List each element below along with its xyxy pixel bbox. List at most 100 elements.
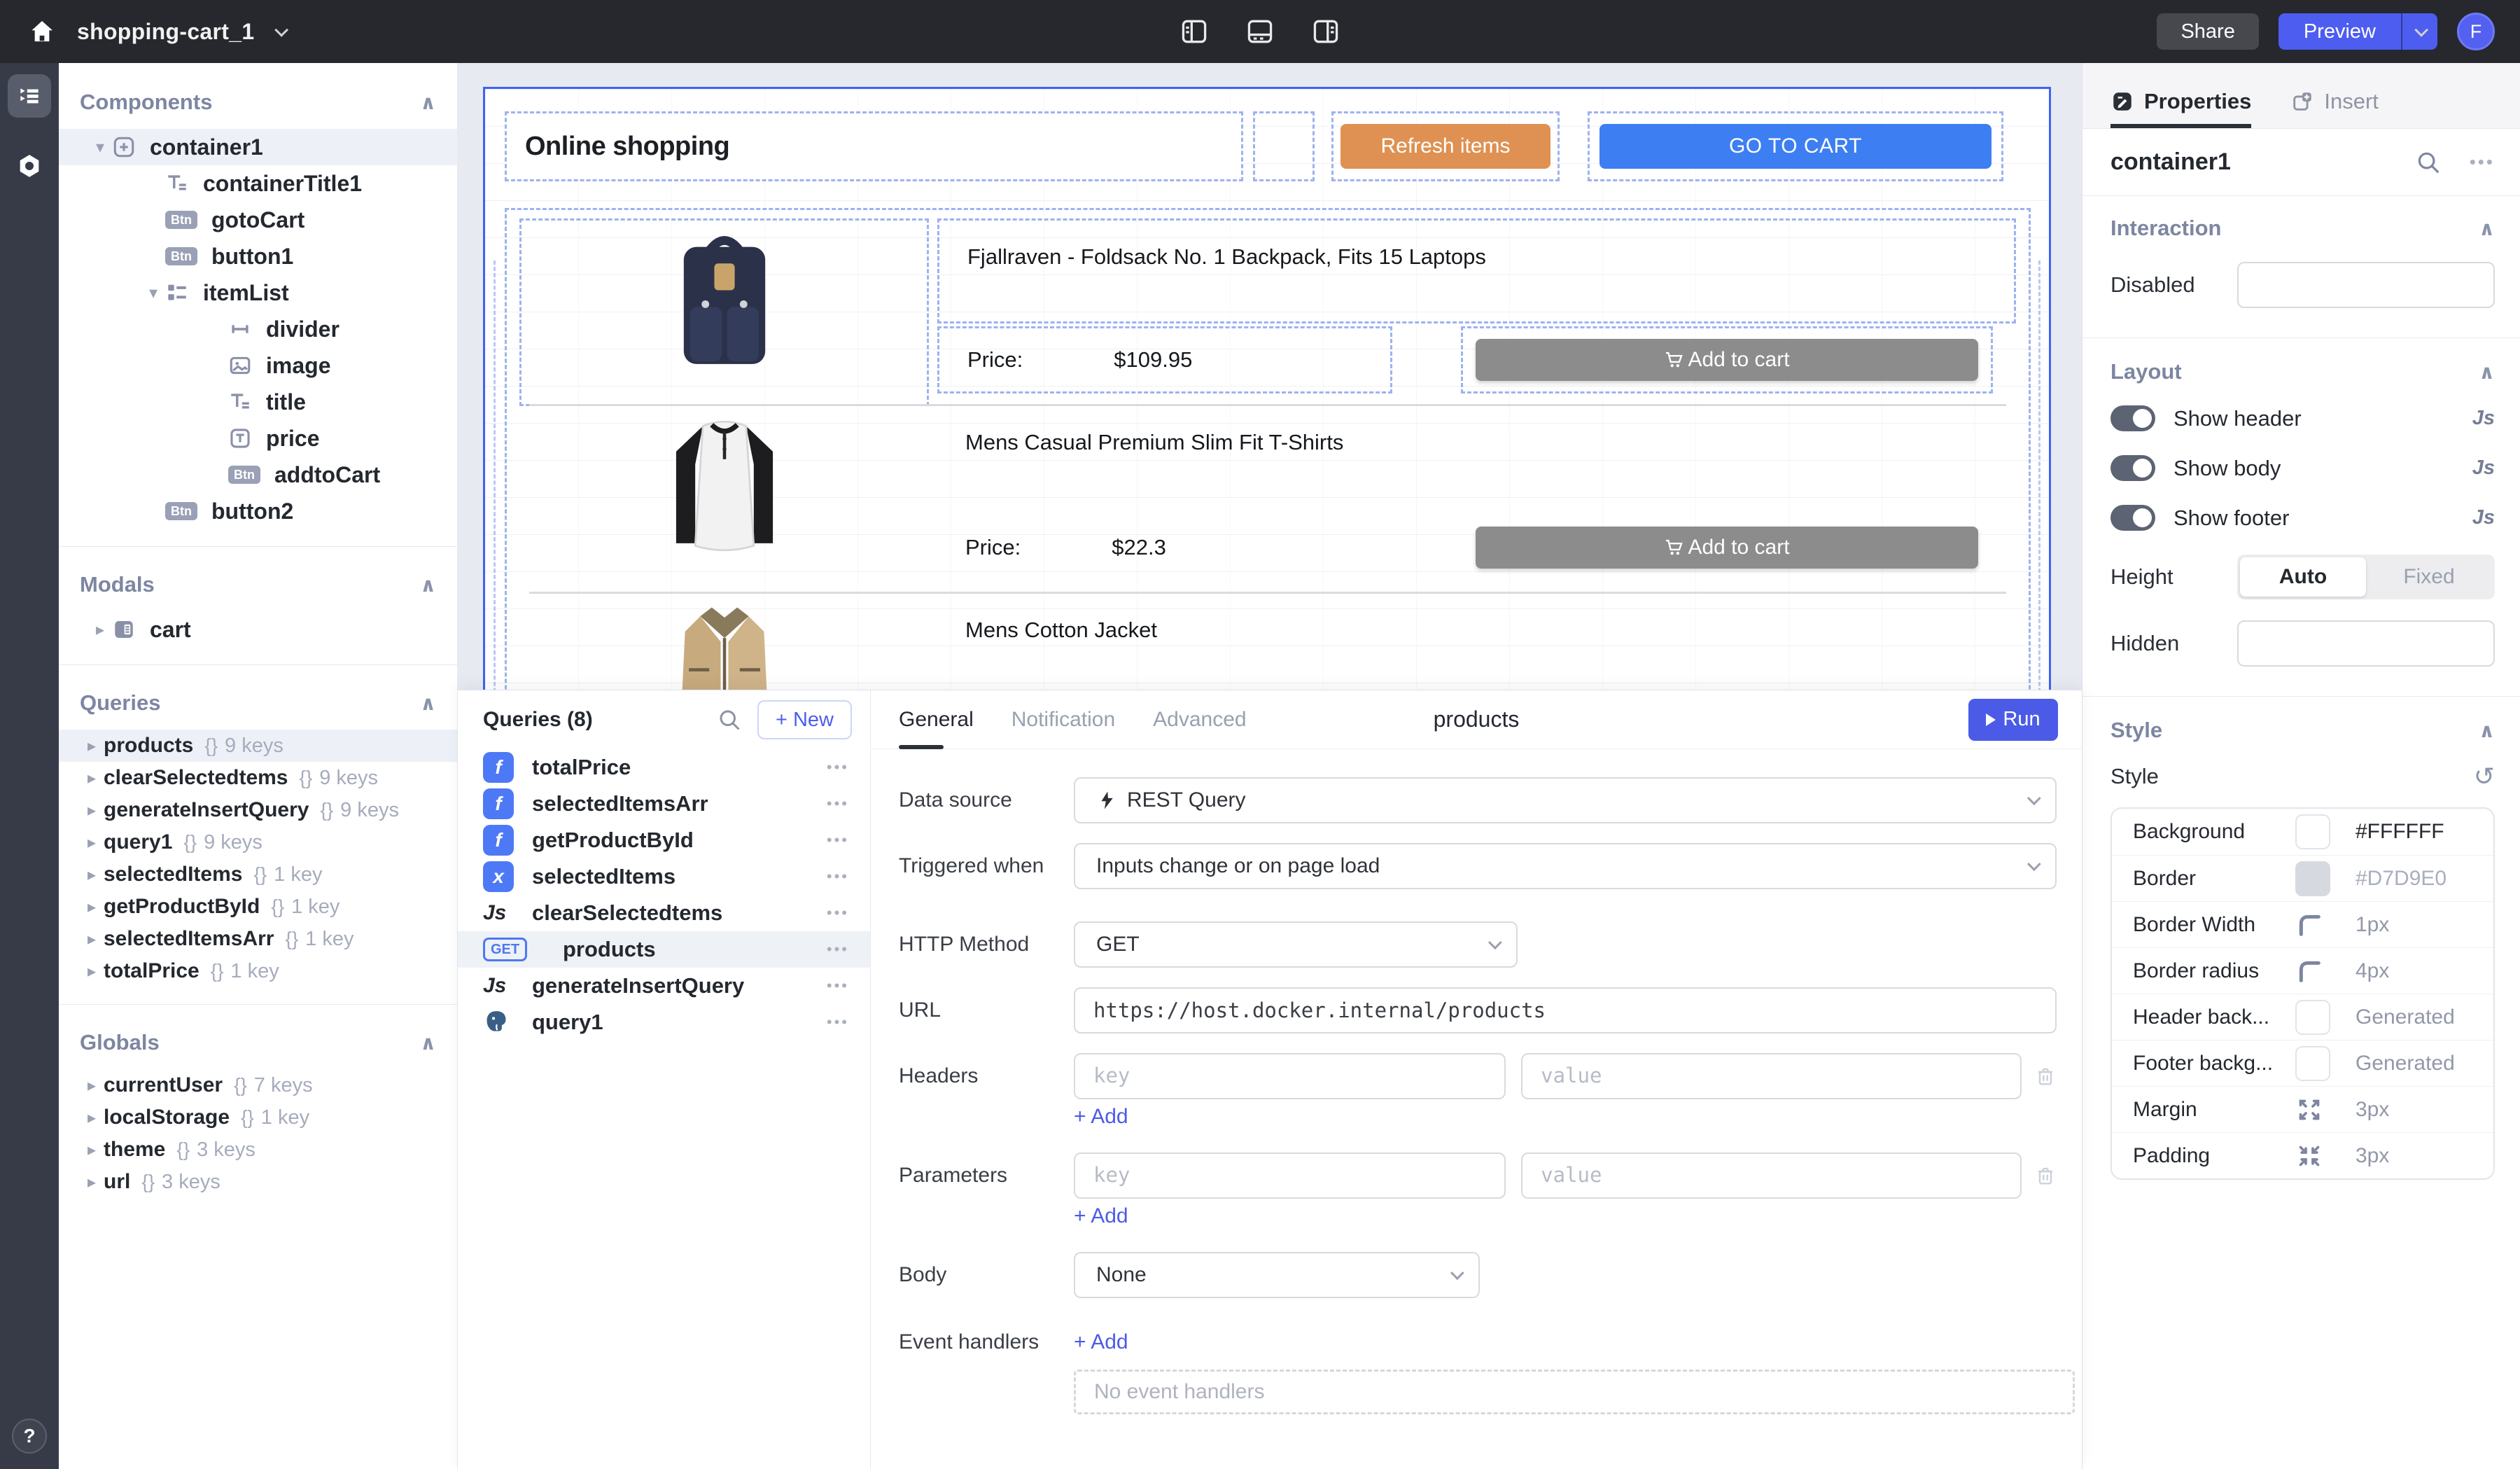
color-swatch[interactable] xyxy=(2295,1046,2330,1081)
toggle-right-panel-icon[interactable] xyxy=(1309,15,1343,48)
product-price-widget[interactable]: Price: $22.3 xyxy=(937,514,1392,581)
show-body-toggle[interactable] xyxy=(2110,455,2155,481)
kebab-menu-icon[interactable] xyxy=(827,758,849,777)
kebab-menu-icon[interactable] xyxy=(827,868,849,886)
tree-item-button2[interactable]: Btn button2 xyxy=(59,493,457,529)
show-header-toggle[interactable] xyxy=(2110,405,2155,431)
style-row-header-background[interactable]: Header back... Generated xyxy=(2112,994,2493,1040)
disabled-input[interactable] xyxy=(2237,262,2495,308)
style-section-header[interactable]: Style xyxy=(2110,718,2495,743)
tree-item-containerTitle1[interactable]: containerTitle1 xyxy=(59,165,457,202)
kebab-menu-icon[interactable] xyxy=(2470,151,2495,173)
search-icon[interactable] xyxy=(717,707,742,732)
chevron-up-icon[interactable] xyxy=(420,91,436,114)
chevron-up-icon[interactable] xyxy=(2479,217,2495,240)
tree-item-price[interactable]: price xyxy=(59,420,457,457)
product-title-widget[interactable]: Fjallraven - Foldsack No. 1 Backpack, Fi… xyxy=(937,218,2016,323)
add-parameter-button[interactable]: + Add xyxy=(1074,1204,1128,1228)
kebab-menu-icon[interactable] xyxy=(827,1013,849,1031)
settings-hexagon-icon[interactable] xyxy=(8,144,51,188)
caret-down-icon[interactable] xyxy=(141,283,165,303)
share-button[interactable]: Share xyxy=(2157,13,2258,50)
product-image-widget[interactable] xyxy=(519,218,929,406)
component-tree-icon[interactable] xyxy=(8,74,51,118)
triggered-when-select[interactable]: Inputs change or on page load xyxy=(1074,843,2057,889)
js-binding-icon[interactable]: Js xyxy=(2472,506,2495,529)
query-item-selectedItemsArr[interactable]: fselectedItemsArr xyxy=(458,786,870,822)
query-state-getProductById[interactable]: getProductById{}1 key xyxy=(59,891,457,923)
search-icon[interactable] xyxy=(2415,149,2442,176)
js-binding-icon[interactable]: Js xyxy=(2472,407,2495,430)
url-input[interactable] xyxy=(1074,987,2057,1033)
app-name[interactable]: shopping-cart_1 xyxy=(77,19,254,45)
query-item-getProductById[interactable]: fgetProductById xyxy=(458,822,870,858)
hidden-input[interactable] xyxy=(2237,620,2495,667)
height-auto-option[interactable]: Auto xyxy=(2240,557,2366,597)
kebab-menu-icon[interactable] xyxy=(827,940,849,959)
kebab-menu-icon[interactable] xyxy=(827,904,849,922)
product-title-widget[interactable]: Mens Casual Premium Slim Fit T-Shirts xyxy=(937,406,2016,511)
tab-properties[interactable]: Properties xyxy=(2110,89,2251,128)
global-currentUser[interactable]: currentUser{}7 keys xyxy=(59,1069,457,1101)
query-state-products[interactable]: products{}9 keys xyxy=(59,730,457,762)
reset-style-icon[interactable] xyxy=(2474,764,2495,789)
query-state-selectedItems[interactable]: selectedItems{}1 key xyxy=(59,858,457,891)
trash-icon[interactable] xyxy=(2034,1065,2057,1087)
globals-section-header[interactable]: Globals xyxy=(59,1023,457,1069)
refresh-items-button[interactable]: Refresh items xyxy=(1340,124,1550,169)
tree-item-gotoCart[interactable]: Btn gotoCart xyxy=(59,202,457,238)
query-state-selectedItemsArr[interactable]: selectedItemsArr{}1 key xyxy=(59,923,457,955)
style-row-border-width[interactable]: Border Width 1px xyxy=(2112,901,2493,947)
style-row-margin[interactable]: Margin 3px xyxy=(2112,1086,2493,1132)
color-swatch[interactable] xyxy=(2295,1000,2330,1035)
global-theme[interactable]: theme{}3 keys xyxy=(59,1134,457,1166)
interaction-section-header[interactable]: Interaction xyxy=(2110,216,2495,241)
tree-item-container1[interactable]: container1 xyxy=(59,129,457,165)
modals-section-header[interactable]: Modals xyxy=(59,565,457,611)
height-fixed-option[interactable]: Fixed xyxy=(2366,557,2492,597)
query-state-totalPrice[interactable]: totalPrice{}1 key xyxy=(59,955,457,987)
chevron-up-icon[interactable] xyxy=(2479,719,2495,742)
header-key-input[interactable] xyxy=(1074,1053,1506,1099)
run-query-button[interactable]: Run xyxy=(1968,699,2058,741)
go-to-cart-button[interactable]: GO TO CART xyxy=(1600,124,1991,169)
product-title-widget[interactable]: Mens Cotton Jacket xyxy=(937,594,2016,690)
global-localStorage[interactable]: localStorage{}1 key xyxy=(59,1101,457,1134)
chevron-up-icon[interactable] xyxy=(2479,361,2495,384)
add-to-cart-button[interactable]: Add to cart xyxy=(1476,339,1978,381)
style-row-footer-background[interactable]: Footer backg... Generated xyxy=(2112,1040,2493,1086)
tree-item-cart-modal[interactable]: cart xyxy=(59,611,457,648)
avatar[interactable]: F xyxy=(2457,13,2495,50)
style-row-padding[interactable]: Padding 3px xyxy=(2112,1132,2493,1178)
caret-down-icon[interactable] xyxy=(88,137,112,158)
global-url[interactable]: url{}3 keys xyxy=(59,1166,457,1198)
item-list-widget[interactable]: Fjallraven - Foldsack No. 1 Backpack, Fi… xyxy=(505,208,2031,690)
new-query-button[interactable]: + New xyxy=(757,700,852,739)
add-to-cart-button[interactable]: Add to cart xyxy=(1476,527,1978,569)
show-footer-toggle[interactable] xyxy=(2110,505,2155,531)
parameter-value-input[interactable] xyxy=(1521,1153,2022,1199)
color-swatch[interactable] xyxy=(2295,814,2330,849)
query-item-generateInsertQuery[interactable]: JsgenerateInsertQuery xyxy=(458,968,870,1004)
tab-insert[interactable]: Insert xyxy=(2290,89,2379,128)
preview-button[interactable]: Preview xyxy=(2278,13,2401,50)
color-swatch[interactable] xyxy=(2295,861,2330,896)
kebab-menu-icon[interactable] xyxy=(827,795,849,813)
query-state-clearSelectedtems[interactable]: clearSelectedtems{}9 keys xyxy=(59,762,457,794)
http-method-select[interactable]: GET xyxy=(1074,921,1518,968)
add-event-handler-button[interactable]: + Add xyxy=(1074,1330,1128,1354)
tab-general[interactable]: General xyxy=(899,690,974,749)
tree-item-itemList[interactable]: itemList xyxy=(59,274,457,311)
tree-item-divider[interactable]: divider xyxy=(59,311,457,347)
query-state-query1[interactable]: query1{}9 keys xyxy=(59,826,457,858)
tree-item-image[interactable]: image xyxy=(59,347,457,384)
layout-section-header[interactable]: Layout xyxy=(2110,359,2495,384)
caret-right-icon[interactable] xyxy=(88,620,112,640)
style-row-background[interactable]: Background #FFFFFF xyxy=(2112,809,2493,855)
tree-item-addtoCart[interactable]: Btn addtoCart xyxy=(59,457,457,493)
body-select[interactable]: None xyxy=(1074,1252,1480,1298)
kebab-menu-icon[interactable] xyxy=(827,831,849,849)
header-value-input[interactable] xyxy=(1521,1053,2022,1099)
toggle-left-panel-icon[interactable] xyxy=(1177,15,1211,48)
query-item-selectedItems[interactable]: xselectedItems xyxy=(458,858,870,895)
